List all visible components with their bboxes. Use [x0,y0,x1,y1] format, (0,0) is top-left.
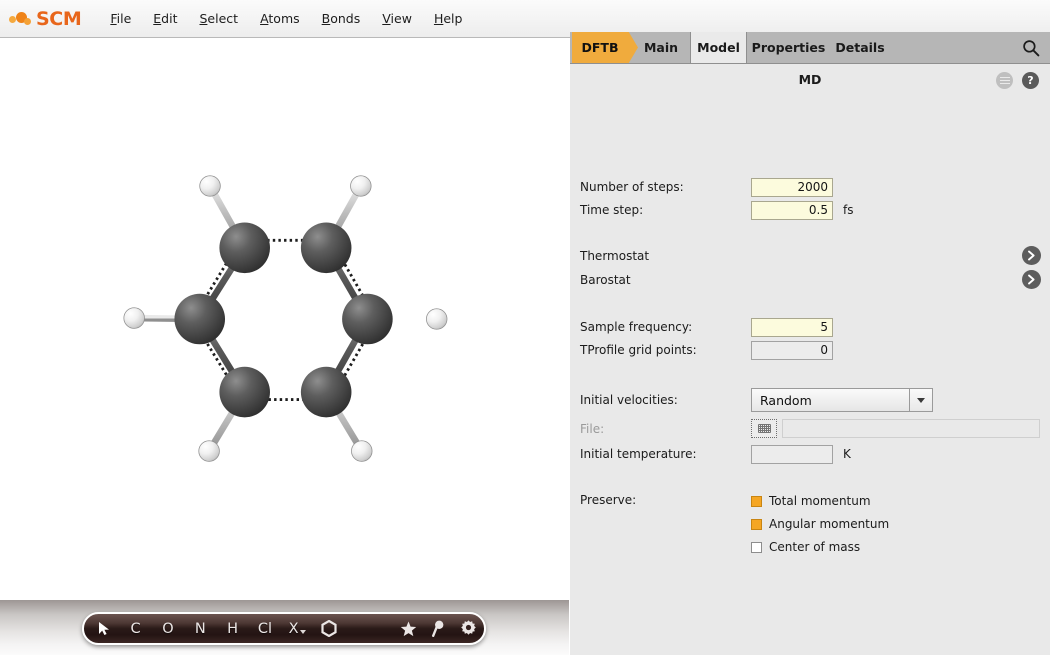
field-row-sample-frequency: Sample frequency: 5 [570,317,1050,339]
tab-properties-label: Properties [751,40,826,55]
menu-edit-rest: dit [161,11,178,26]
panel-header: MD ? [570,64,1050,100]
checkbox-angular-momentum[interactable] [751,518,762,530]
field-row-number-of-steps: Number of steps: 2000 [570,177,1050,199]
field-row-initial-temperature: Initial temperature: K [570,444,1050,466]
search-tool-icon[interactable] [423,614,453,643]
menu-view[interactable]: View [372,8,422,29]
field-row-file: File: [570,419,1050,441]
field-row-tprofile-grid-points: TProfile grid points: 0 [570,340,1050,362]
checkbox-center-of-mass[interactable] [751,541,762,553]
panel-tab-bar: DFTB Main Model Properties Details [570,32,1050,64]
input-sample-frequency[interactable]: 5 [751,318,833,337]
element-button-H[interactable]: H [216,614,248,643]
label-tprofile-grid-points: TProfile grid points: [580,343,697,357]
element-button-C[interactable]: C [119,614,151,643]
cursor-arrow-icon[interactable] [90,614,119,643]
benzene-ring-icon[interactable] [313,614,343,643]
input-number-of-steps[interactable]: 2000 [751,178,833,197]
element-button-Cl[interactable]: Cl [249,614,281,643]
menu-atoms-rest: toms [268,11,300,26]
page-title: MD [798,72,822,87]
tab-main[interactable]: Main [632,32,690,63]
hamburger-icon[interactable] [996,72,1013,89]
checkbox-total-momentum[interactable] [751,495,762,507]
field-row-barostat: Barostat [570,270,1050,292]
input-tprofile-grid-points[interactable]: 0 [751,341,833,360]
scm-logo-text: SCM [36,7,82,30]
field-row-initial-velocities: Initial velocities: Random [570,388,1050,414]
element-picker-button[interactable]: X [281,614,313,643]
label-barostat: Barostat [580,273,631,287]
element-button-N[interactable]: N [184,614,216,643]
element-picker-label: X [288,620,299,637]
menu-select[interactable]: Select [189,8,248,29]
menu-bonds[interactable]: Bonds [312,8,371,29]
element-toolbar: C O N H Cl X [82,612,486,645]
label-time-step: Time step: [580,203,644,217]
input-time-step[interactable]: 0.5 [751,201,833,220]
tab-details[interactable]: Details [829,32,891,63]
chevron-right-icon-barostat[interactable] [1022,270,1041,289]
label-preserve: Preserve: [580,493,637,507]
tab-model[interactable]: Model [690,32,747,63]
label-sample-frequency: Sample frequency: [580,320,693,334]
scm-logo: SCM [9,7,82,30]
tab-main-label: Main [643,40,679,55]
label-initial-temperature: Initial temperature: [580,447,697,461]
checkbox-label-total-momentum: Total momentum [769,494,871,508]
molecule-render [123,175,448,462]
select-initial-velocities[interactable]: Random [751,388,933,412]
tab-details-label: Details [835,40,885,55]
unit-time-step: fs [843,203,854,217]
molecule-viewport[interactable] [0,38,569,600]
menu-file-rest: ile [116,11,132,26]
checkbox-row-total-momentum[interactable]: Total momentum [751,491,871,511]
search-icon[interactable] [1022,39,1040,57]
label-thermostat: Thermostat [580,249,650,263]
menu-help-rest: elp [443,11,463,26]
gear-icon[interactable] [454,614,484,643]
settings-panel: DFTB Main Model Properties Details MD ? … [570,32,1050,655]
unit-initial-temperature: K [843,447,851,461]
menu-edit[interactable]: Edit [143,8,187,29]
chevron-right-icon-thermostat[interactable] [1022,246,1041,265]
tab-dftb-label: DFTB [581,40,619,55]
file-browse-icon [751,419,777,438]
label-initial-velocities: Initial velocities: [580,393,678,407]
checkbox-label-center-of-mass: Center of mass [769,540,861,554]
chevron-down-icon-initial-velocities[interactable] [909,389,932,411]
tab-dftb[interactable]: DFTB [572,32,638,63]
label-number-of-steps: Number of steps: [580,180,684,194]
field-row-thermostat: Thermostat [570,246,1050,268]
atom-group-carbon [174,222,393,418]
chevron-down-icon [300,629,307,634]
help-icon-label: ? [1027,74,1034,87]
checkbox-row-center-of-mass[interactable]: Center of mass [751,537,860,557]
checkbox-label-angular-momentum: Angular momentum [769,517,890,531]
tab-properties[interactable]: Properties [748,32,829,63]
help-icon[interactable]: ? [1022,72,1039,89]
label-file: File: [580,422,605,436]
menu-bonds-rest: onds [330,11,361,26]
star-icon[interactable] [393,614,423,643]
element-button-O[interactable]: O [152,614,184,643]
tab-model-label: Model [697,40,740,55]
field-row-time-step: Time step: 0.5 fs [570,200,1050,222]
menu-file[interactable]: File [100,8,141,29]
scm-logo-mark [9,10,35,28]
menu-view-rest: iew [390,11,412,26]
menu-atoms[interactable]: Atoms [250,8,310,29]
checkbox-row-angular-momentum[interactable]: Angular momentum [751,514,889,534]
input-file-path [782,419,1040,438]
menu-select-rest: elect [207,11,239,26]
input-initial-temperature[interactable] [751,445,833,464]
menu-help[interactable]: Help [424,8,473,29]
select-initial-velocities-value: Random [760,392,812,408]
